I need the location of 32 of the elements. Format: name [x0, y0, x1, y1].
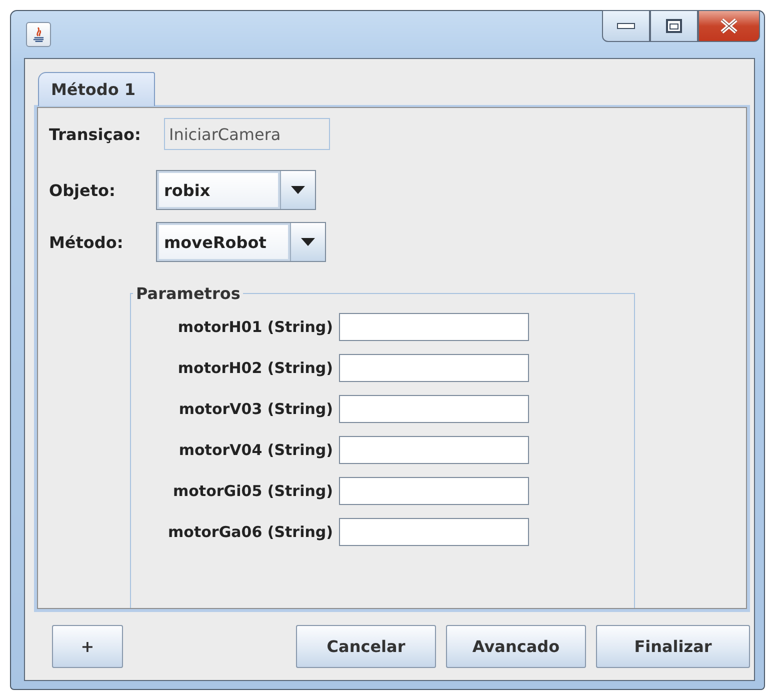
minimize-button[interactable] [602, 10, 650, 42]
action-button[interactable]: Cancelar [296, 625, 436, 668]
transition-label: Transiçao: [49, 124, 142, 144]
minimize-icon [617, 23, 635, 29]
object-dropdown[interactable]: robix [156, 170, 316, 210]
method-dropdown[interactable]: moveRobot [156, 222, 326, 262]
method-label: Método: [49, 232, 124, 252]
app-icon[interactable] [26, 22, 51, 47]
action-button[interactable]: Avancado [446, 625, 586, 668]
parameter-field[interactable] [339, 518, 529, 546]
parameters-title: Parametros [135, 284, 242, 303]
parameter-field[interactable] [339, 477, 529, 505]
parameter-field[interactable] [339, 395, 529, 423]
parameter-field[interactable] [339, 436, 529, 464]
maximize-icon [666, 19, 682, 33]
add-button[interactable]: + [52, 625, 123, 668]
close-button[interactable] [698, 10, 760, 42]
parameter-label: motorV03 (String) [178, 400, 333, 418]
object-label: Objeto: [49, 180, 116, 200]
parameter-field[interactable] [339, 313, 529, 341]
parameter-label: motorGi05 (String) [172, 482, 333, 500]
dropdown-arrow-icon [301, 238, 315, 246]
dropdown-arrow-icon [291, 186, 305, 194]
parameter-label: motorV04 (String) [178, 441, 333, 459]
maximize-button[interactable] [650, 10, 698, 42]
close-icon [720, 18, 738, 34]
tab[interactable]: Método 1 [38, 72, 155, 106]
parameter-label: motorH01 (String) [176, 318, 333, 336]
parameter-field[interactable] [339, 354, 529, 382]
parameter-label: motorH02 (String) [176, 359, 333, 377]
action-button[interactable]: Finalizar [596, 625, 750, 668]
parameter-label: motorGa06 (String) [167, 523, 333, 541]
